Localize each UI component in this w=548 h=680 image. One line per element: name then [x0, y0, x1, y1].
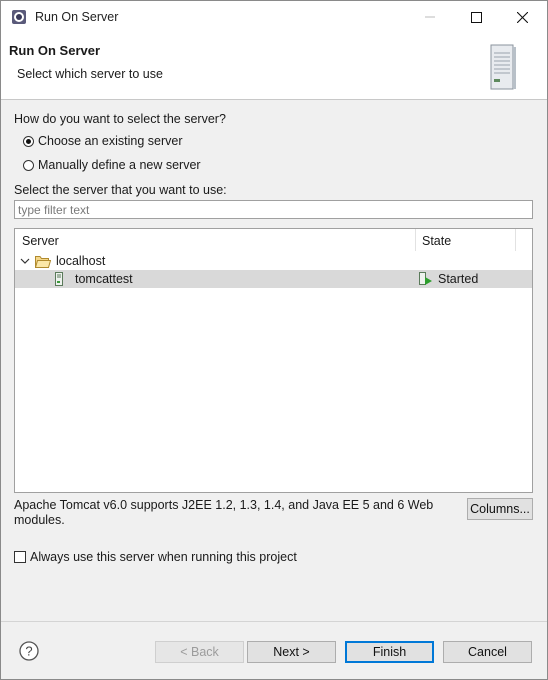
page-title: Run On Server [9, 43, 101, 58]
radio-label: Manually define a new server [38, 158, 201, 172]
column-header-server[interactable]: Server [22, 234, 59, 248]
column-header-state[interactable]: State [422, 234, 451, 248]
help-icon[interactable]: ? [19, 641, 39, 661]
table-row[interactable]: localhost [15, 252, 532, 270]
folder-icon [35, 255, 51, 268]
row-label: tomcattest [75, 272, 133, 286]
close-icon [516, 11, 528, 23]
next-button[interactable]: Next > [247, 641, 336, 663]
back-button[interactable]: < Back [155, 641, 244, 663]
server-cell: localhost [20, 254, 105, 268]
run-on-server-dialog: Run On Server Run On Server Select which… [0, 0, 548, 680]
column-divider[interactable] [515, 229, 516, 251]
chevron-down-icon[interactable] [20, 256, 30, 266]
eclipse-app-icon [12, 10, 26, 24]
table-row[interactable]: tomcattest Started [15, 270, 532, 288]
server-description: Apache Tomcat v6.0 supports J2EE 1.2, 1.… [14, 498, 434, 527]
radio-button[interactable] [23, 159, 34, 171]
header-banner: Run On Server Select which server to use [1, 33, 547, 100]
always-use-label: Always use this server when running this… [30, 550, 297, 564]
columns-button[interactable]: Columns... [467, 498, 533, 520]
always-use-checkbox-row[interactable]: Always use this server when running this… [14, 550, 297, 564]
finish-button[interactable]: Finish [345, 641, 434, 663]
state-label: Started [438, 272, 479, 286]
minimize-icon [425, 16, 435, 18]
server-small-icon [55, 272, 63, 286]
server-icon [490, 44, 516, 90]
cancel-button[interactable]: Cancel [443, 641, 532, 663]
maximize-icon [470, 11, 482, 23]
radio-button-selected[interactable] [23, 135, 34, 147]
page-subtitle: Select which server to use [17, 67, 163, 81]
radio-manually-define[interactable]: Manually define a new server [23, 158, 201, 172]
title-bar: Run On Server [1, 1, 547, 33]
filter-label: Select the server that you want to use: [14, 183, 227, 197]
filter-input[interactable] [14, 200, 533, 219]
close-button[interactable] [499, 1, 545, 33]
always-use-checkbox[interactable] [14, 551, 26, 563]
server-cell: tomcattest [54, 272, 133, 286]
footer-divider [1, 621, 547, 622]
table-header: Server State [15, 229, 532, 251]
state-cell: Started [419, 272, 478, 286]
radio-choose-existing[interactable]: Choose an existing server [23, 134, 183, 148]
svg-text:?: ? [25, 644, 32, 659]
started-icon [419, 272, 432, 285]
server-table[interactable]: Server State localhost tomcattest Starte… [14, 228, 533, 493]
window-title: Run On Server [35, 10, 119, 24]
column-divider[interactable] [415, 229, 416, 251]
maximize-button[interactable] [453, 1, 499, 33]
radio-label: Choose an existing server [38, 134, 183, 148]
selection-question: How do you want to select the server? [14, 112, 226, 126]
row-label: localhost [56, 254, 106, 268]
minimize-button[interactable] [407, 1, 453, 33]
